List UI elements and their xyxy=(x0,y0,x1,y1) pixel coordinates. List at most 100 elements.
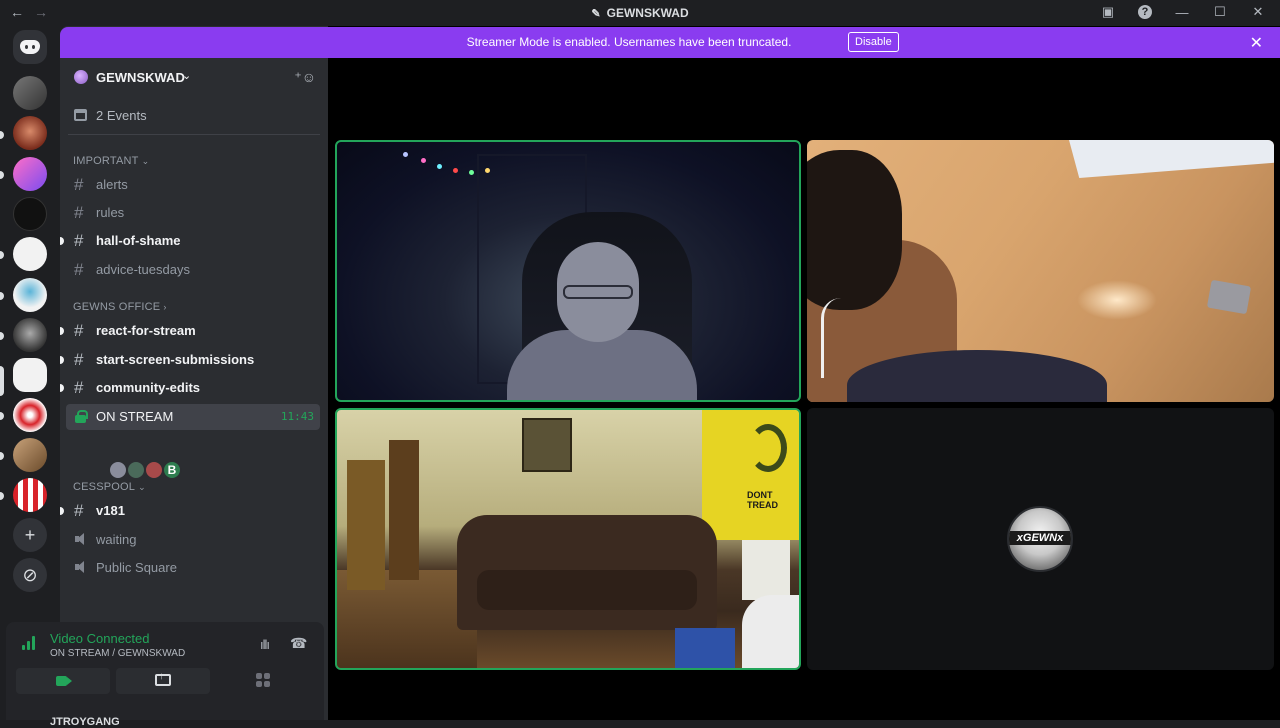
light-glare xyxy=(1077,280,1157,320)
channel-advice-tuesdays[interactable]: # advice-tuesdays xyxy=(66,257,320,283)
calendar-icon xyxy=(74,109,87,121)
user-panel-name[interactable]: JTROYGANG xyxy=(50,716,120,728)
server-icon-lyhwe[interactable] xyxy=(13,237,47,271)
voice-channel-public-square[interactable]: Public Square xyxy=(66,555,320,581)
video-tile-avatar-only[interactable]: xGEWNx xyxy=(807,408,1274,670)
window-title: ✎ GEWNSKWAD xyxy=(0,6,1280,20)
streamer-mode-text: Streamer Mode is enabled. Usernames have… xyxy=(466,35,792,49)
activities-button[interactable] xyxy=(216,668,310,694)
help-icon[interactable]: ? xyxy=(1138,5,1152,19)
channel-hall-of-shame-label: hall-of-shame xyxy=(96,233,181,248)
string-lights xyxy=(397,146,507,186)
chevron-down-icon: ⌄ xyxy=(141,156,150,166)
events-link[interactable]: 2 Events xyxy=(60,102,328,130)
invite-user-icon[interactable]: ⁺☺ xyxy=(294,69,316,86)
server-icon-portrait[interactable] xyxy=(13,318,47,352)
hash-icon: # xyxy=(74,203,84,222)
minimize-button[interactable]: — xyxy=(1174,5,1190,20)
server-header[interactable]: GEWNSKWAD ⌄ ⁺☺ xyxy=(60,58,328,98)
disconnect-icon[interactable]: ☎ xyxy=(290,635,307,652)
maximize-button[interactable]: ☐ xyxy=(1212,4,1228,20)
room-door-2 xyxy=(389,440,419,580)
speaker-icon xyxy=(74,532,88,546)
wall-device xyxy=(1206,279,1252,315)
avatar[interactable]: B xyxy=(162,460,182,480)
channel-v181[interactable]: # v181 xyxy=(60,498,320,524)
channel-v181-label: v181 xyxy=(96,503,125,518)
camera-icon xyxy=(56,676,67,686)
channel-start-screen-submissions[interactable]: # start-screen-submissions xyxy=(60,347,320,373)
screen-share-button[interactable] xyxy=(116,668,210,694)
voice-location[interactable]: ON STREAM / GEWNSKWAD xyxy=(50,648,185,659)
server-icon-face[interactable] xyxy=(13,116,47,150)
inbox-icon[interactable]: ▣ xyxy=(1100,4,1116,20)
voice-channel-on-stream[interactable]: ON STREAM 11:43 xyxy=(66,404,320,430)
add-server-icon[interactable]: + xyxy=(13,518,47,552)
disable-streamer-mode-button[interactable]: Disable xyxy=(848,32,899,52)
avatar[interactable] xyxy=(126,460,146,480)
voice-channel-waiting-label: waiting xyxy=(96,532,137,547)
avatar: xGEWNx xyxy=(1007,506,1073,572)
close-banner-icon[interactable]: ✕ xyxy=(1250,33,1263,53)
server-icon-butterfly[interactable] xyxy=(13,197,47,231)
title-bar: ← → ✎ GEWNSKWAD ▣ ? — ☐ ✕ xyxy=(0,0,1280,26)
channel-react-for-stream[interactable]: # react-for-stream xyxy=(60,318,320,344)
server-icon-cartoon[interactable] xyxy=(13,438,47,472)
server-icon-popcorn[interactable] xyxy=(13,478,47,512)
window-title-text: GEWNSKWAD xyxy=(606,6,689,20)
lock-icon xyxy=(75,410,88,423)
server-badge-icon xyxy=(74,70,88,84)
events-label: 2 Events xyxy=(96,108,147,123)
close-window-button[interactable]: ✕ xyxy=(1250,4,1266,20)
chevron-down-icon: ⌄ xyxy=(138,482,146,492)
server-icon-hat[interactable] xyxy=(13,278,47,312)
server-icon-mushroom[interactable] xyxy=(13,398,47,432)
room-door xyxy=(347,460,385,590)
server-icon-car[interactable] xyxy=(13,76,47,110)
server-name: GEWNSKWAD xyxy=(96,70,185,85)
channel-rules-label: rules xyxy=(96,205,125,220)
blue-bin xyxy=(675,628,735,668)
category-cesspool[interactable]: CESSPOOL ⌄ xyxy=(73,481,146,493)
streamer-mode-banner: Streamer Mode is enabled. Usernames have… xyxy=(60,27,1280,58)
chevron-right-icon: › xyxy=(163,302,167,312)
earphone-cable xyxy=(821,298,857,378)
voice-connection-panel: Video Connected ON STREAM / GEWNSKWAD ıl… xyxy=(6,622,324,728)
category-gewns-office[interactable]: GEWNS OFFICE › xyxy=(73,301,167,313)
hash-icon: # xyxy=(74,350,84,369)
channel-community-edits-label: community-edits xyxy=(96,380,201,395)
voice-channel-on-stream-label: ON STREAM xyxy=(96,409,174,424)
white-chair xyxy=(742,595,799,668)
home-button[interactable] xyxy=(13,30,47,64)
activities-icon xyxy=(256,673,270,687)
channel-rules[interactable]: # rules xyxy=(66,200,320,226)
voice-channel-waiting[interactable]: waiting xyxy=(66,527,320,553)
server-icon-gewnskwad[interactable] xyxy=(13,358,47,392)
server-icon-andii-skwad[interactable] xyxy=(13,157,47,191)
channel-community-edits[interactable]: # community-edits xyxy=(60,375,320,401)
yellow-flag xyxy=(702,410,799,540)
video-tile-participant-2[interactable] xyxy=(807,140,1274,402)
channel-start-screen-submissions-label: start-screen-submissions xyxy=(96,352,255,367)
video-tile-room-camera[interactable]: DONT TREAD xyxy=(335,408,801,670)
channel-hall-of-shame[interactable]: # hall-of-shame xyxy=(60,228,320,254)
avatar[interactable] xyxy=(108,460,128,480)
channel-sidebar: GEWNSKWAD ⌄ ⁺☺ 2 Events IMPORTANT ⌄ # aler… xyxy=(60,26,328,720)
avatar[interactable] xyxy=(144,460,164,480)
category-important[interactable]: IMPORTANT ⌄ xyxy=(73,155,149,167)
hash-icon: # xyxy=(74,260,84,279)
video-tile-streamer[interactable] xyxy=(335,140,801,402)
voice-participants: B xyxy=(108,460,182,480)
hash-icon: # xyxy=(74,501,84,520)
camera-toggle-button[interactable] xyxy=(16,668,110,694)
signal-strength-icon[interactable] xyxy=(22,636,36,650)
category-cesspool-label: CESSPOOL xyxy=(73,481,136,493)
snake-emblem xyxy=(749,424,787,472)
channel-alerts[interactable]: # alerts xyxy=(66,172,320,198)
noise-suppression-icon[interactable]: ıllı xyxy=(260,637,270,652)
person-hair xyxy=(807,150,902,310)
screen-share-icon xyxy=(155,671,171,686)
explore-compass-icon[interactable]: ⊘ xyxy=(13,558,47,592)
hash-icon: # xyxy=(74,231,84,250)
flag-text: DONT TREAD xyxy=(747,490,778,510)
